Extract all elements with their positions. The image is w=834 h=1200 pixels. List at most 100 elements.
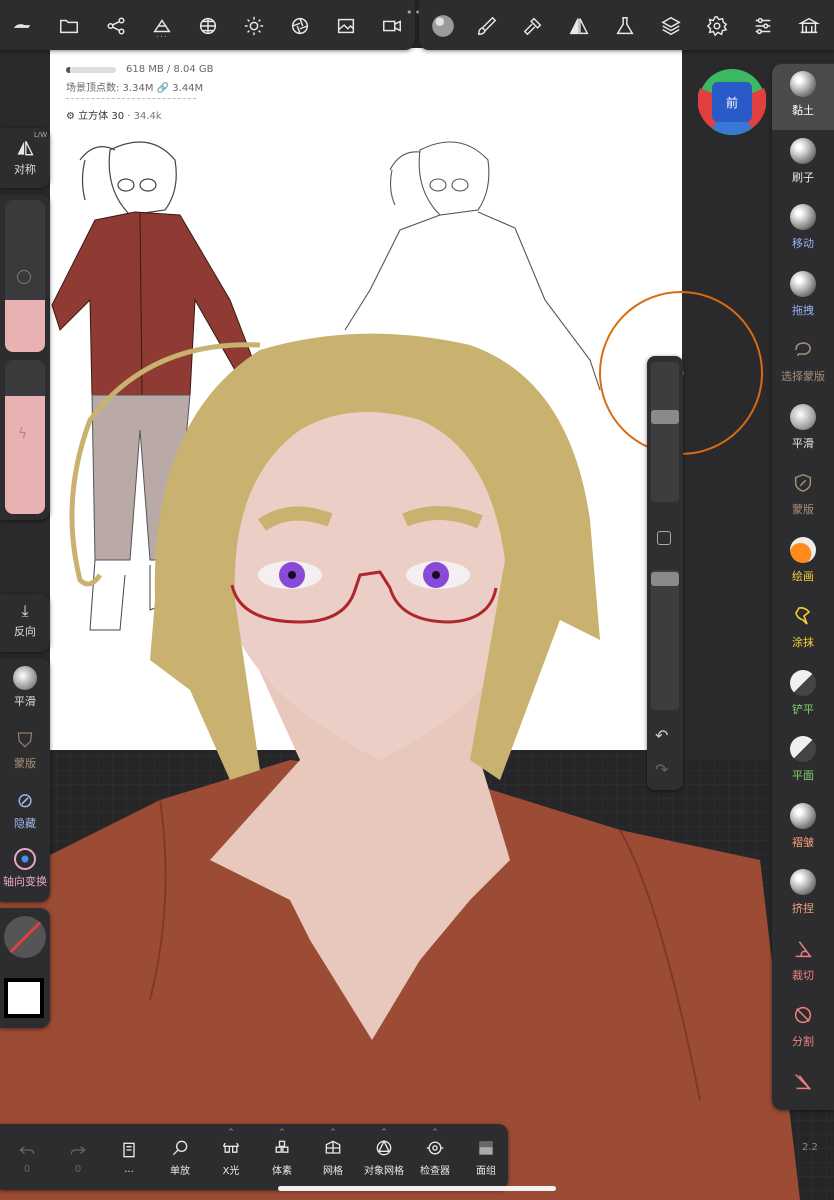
expand-caret-icon: ^ [279,1128,285,1136]
invert-button[interactable]: ⤓ 反向 [0,602,50,639]
right-tool-0[interactable]: 黏土 [772,64,834,130]
right-tool-3[interactable]: 拖拽 [772,264,834,330]
shield-icon [789,469,817,497]
settings-gear-icon[interactable] [701,10,733,42]
sphere-icon [789,868,817,896]
bottom-tool-object-grid[interactable]: 对象网格 ^ [359,1124,409,1190]
object-name[interactable]: 立方体 30 [78,111,124,122]
left-sliders-panel: ϟ [0,194,50,520]
camera-aperture-icon[interactable] [284,10,316,42]
store-icon[interactable] [793,10,825,42]
radius-slider[interactable] [5,200,45,352]
bottom-tool-label: X光 [222,1165,240,1177]
split-icon [789,1001,817,1029]
orientation-gizmo[interactable]: 前 [697,68,767,136]
primitives-more: ... [156,30,168,40]
color-swatch[interactable] [4,978,44,1018]
symmetry-label: 对称 [14,163,36,176]
redo-arrow-icon[interactable]: ↷ [655,760,668,779]
intensity-slider-fill [5,396,45,514]
right-tool-12[interactable]: 挤捏 [772,862,834,928]
right-tool-7[interactable]: 绘画 [772,530,834,596]
expand-caret-icon: ^ [228,1128,234,1136]
primitives-icon[interactable]: ... [146,10,178,42]
expand-caret-icon: ^ [432,1128,438,1136]
menu-icon[interactable] [6,10,38,42]
left-transform-tool[interactable]: 轴向变换 [0,848,50,889]
material-sphere-icon[interactable] [192,10,224,42]
material-ball-icon[interactable] [427,10,459,42]
left-smooth-tool[interactable]: 平滑 [0,666,50,709]
symmetry-icon [17,141,34,156]
left-invert-panel: ⤓ 反向 [0,594,50,652]
inspector-icon [426,1141,444,1154]
right-tool-label: 刷子 [792,170,814,184]
sliders-icon[interactable] [747,10,779,42]
trim-icon [789,1068,817,1096]
top-right-toolbar [419,0,834,50]
right-tool-8[interactable]: 涂抹 [772,596,834,662]
symmetry-icon[interactable] [563,10,595,42]
light-icon[interactable] [238,10,270,42]
left-hide-label: 隐藏 [14,817,36,830]
redo-icon [70,1145,86,1154]
viewport[interactable] [0,0,834,1200]
bottom-tool-inspector[interactable]: 检查器 ^ [410,1124,460,1190]
right-tool-11[interactable]: 褶皱 [772,796,834,862]
bottom-tool-search[interactable]: 单放 [155,1124,205,1190]
bottom-tool-facegroup[interactable]: 面组 [461,1124,511,1190]
right-slider-1[interactable] [651,362,679,502]
paint-brush-icon[interactable] [471,10,503,42]
intensity-slider[interactable]: ϟ [5,360,45,514]
bottom-tool-xray[interactable]: X光 ^ [206,1124,256,1190]
lasso-icon [789,336,817,364]
left-hide-tool[interactable]: ⊘ 隐藏 [0,788,50,831]
folder-icon[interactable] [53,10,85,42]
right-tool-14[interactable]: 分割 [772,995,834,1061]
flask-icon[interactable] [609,10,641,42]
left-smooth-label: 平滑 [14,695,36,708]
scene-graph-icon[interactable] [100,10,132,42]
bottom-tool-redo[interactable]: 0 [53,1124,103,1190]
stats-overlay: 618 MB / 8.04 GB 场景顶点数: 3.34M 🔗 3.44M ⚙ … [66,64,214,122]
voxel-icon [275,1140,289,1153]
mask-shield-icon: ⛉ [17,728,33,752]
right-tool-4[interactable]: 选择蒙版 [772,330,834,396]
bottom-tool-book[interactable]: ... [104,1124,154,1190]
right-slider-2[interactable] [651,570,679,710]
right-tool-13[interactable]: 裁切 [772,929,834,995]
right-tool-9[interactable]: 铲平 [772,663,834,729]
symmetry-toggle[interactable]: 对称 [0,138,50,177]
bottom-tool-label: 单放 [170,1165,190,1177]
undo-icon [19,1145,35,1154]
right-slider-2-handle[interactable] [651,572,679,586]
right-tool-5[interactable]: 平滑 [772,397,834,463]
left-mask-tool[interactable]: ⛉ 蒙版 [0,728,50,771]
material-preview[interactable] [4,916,46,958]
bottom-tool-voxel[interactable]: 体素 ^ [257,1124,307,1190]
link-count: 3.44M [172,83,204,94]
bottom-tool-undo[interactable]: 0 [2,1124,52,1190]
video-icon[interactable] [376,10,408,42]
link-icon: 🔗 [156,83,170,94]
right-tool-1[interactable]: 刷子 [772,131,834,197]
cut-icon [789,935,817,963]
scene-canvas[interactable] [0,0,834,1200]
hammer-icon[interactable] [517,10,549,42]
right-slider-1-handle[interactable] [651,410,679,424]
square-toggle-icon[interactable] [657,531,671,545]
image-icon[interactable] [330,10,362,42]
right-tool-10[interactable]: 平面 [772,729,834,795]
right-tool-2[interactable]: 移动 [772,197,834,263]
right-tool-label: 铲平 [792,702,814,716]
layers-icon[interactable] [655,10,687,42]
bottom-tool-grid[interactable]: 网格 ^ [308,1124,358,1190]
right-tool-6[interactable]: 蒙版 [772,463,834,529]
memory-bar [66,66,116,73]
expand-caret-icon: ^ [330,1128,336,1136]
half-sphere-icon [789,669,817,697]
right-tool-label: 裁切 [792,968,814,982]
home-indicator [278,1186,556,1191]
right-tool-15[interactable] [772,1062,834,1128]
undo-arrow-icon[interactable]: ↶ [655,726,668,745]
